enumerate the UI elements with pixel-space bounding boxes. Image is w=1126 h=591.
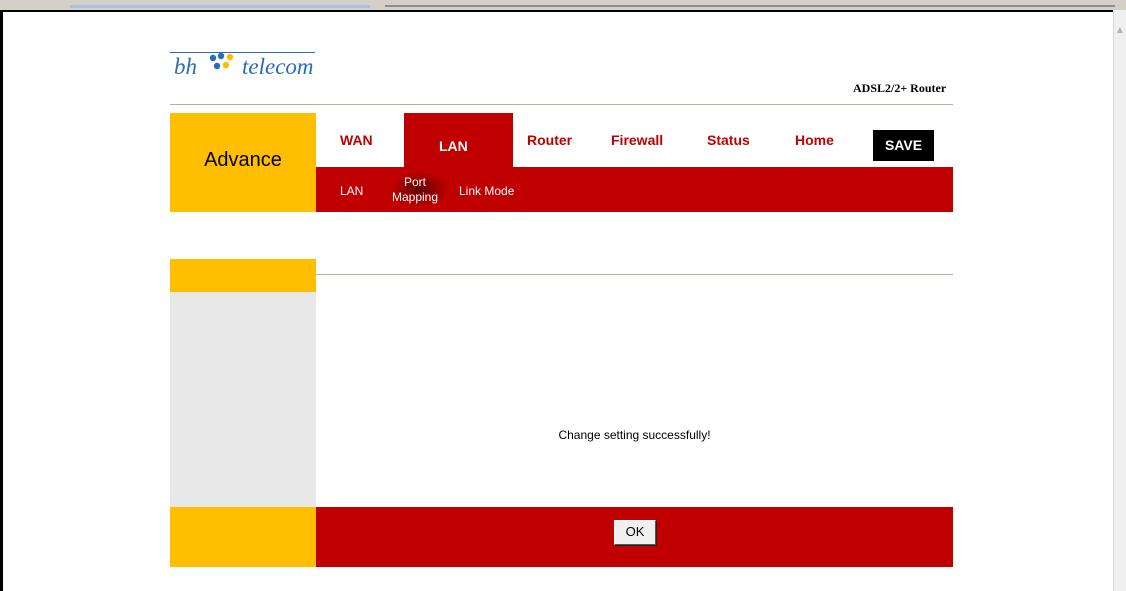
browser-toolbar-line [385,5,1115,7]
browser-tab-indicator [70,5,370,8]
nav-tab-firewall[interactable]: Firewall [611,132,663,148]
logo-bh-text: bh [174,54,197,79]
logo-dots-icon [209,52,234,70]
status-message: Change setting successfully! [558,428,711,442]
frame-left-border [0,10,3,591]
vertical-scrollbar[interactable]: ▲ [1113,10,1126,591]
browser-toolbar-edge [0,0,1126,10]
scroll-up-arrow-icon[interactable]: ▲ [1115,24,1125,38]
subnav-item-port-mapping[interactable]: Port Mapping [390,175,440,205]
frame-top-border [0,10,1114,12]
ok-button[interactable]: OK [614,520,656,545]
subnav-item-link-mode[interactable]: Link Mode [459,184,514,198]
subnav-port-line1: Port [403,175,426,189]
subnav-port-line2: Mapping [391,190,439,204]
content-header-block [170,259,316,292]
content-side-panel [170,292,316,507]
footer-side-block [170,507,316,567]
nav-tab-home[interactable]: Home [795,132,834,148]
subnav-item-lan[interactable]: LAN [340,184,363,198]
logo-telecom-text: telecom [242,54,314,79]
advance-label: Advance [204,149,282,171]
header-divider [170,104,953,105]
advance-section-box: Advance [170,113,316,212]
save-button[interactable]: SAVE [873,130,934,161]
nav-tab-wan[interactable]: WAN [340,132,373,148]
content-header-rule [316,274,953,275]
nav-tab-lan[interactable]: LAN [439,138,468,154]
nav-tab-router[interactable]: Router [527,132,572,148]
nav-tab-status[interactable]: Status [707,132,750,148]
router-model-title: ADSL2/2+ Router [853,81,947,95]
